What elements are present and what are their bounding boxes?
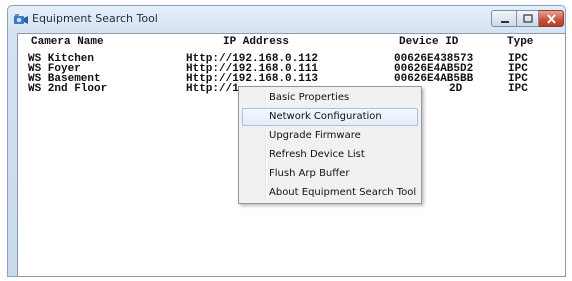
- camera-name-cell: WS 2nd Floor: [28, 83, 108, 95]
- minimize-icon: [501, 21, 509, 23]
- menu-item-about[interactable]: About Equipment Search Tool: [242, 184, 418, 202]
- title-bar[interactable]: Equipment Search Tool: [8, 6, 565, 32]
- menu-item-upgrade-firmware[interactable]: Upgrade Firmware: [242, 127, 418, 145]
- menu-item-basic-properties[interactable]: Basic Properties: [242, 89, 418, 107]
- maximize-button[interactable]: [517, 10, 539, 27]
- menu-item-network-configuration[interactable]: Network Configuration: [242, 108, 418, 126]
- column-header-type[interactable]: Type: [507, 36, 533, 48]
- ip-address-cell: Http://1: [186, 83, 239, 95]
- menu-item-flush-arp-buffer[interactable]: Flush Arp Buffer: [242, 165, 418, 183]
- column-header-ip-address[interactable]: IP Address: [223, 36, 289, 48]
- close-icon: [547, 14, 556, 24]
- maximize-icon: [523, 14, 533, 23]
- close-button[interactable]: [539, 10, 564, 27]
- camera-icon: [14, 12, 28, 24]
- window-title: Equipment Search Tool: [32, 12, 158, 25]
- minimize-button[interactable]: [491, 10, 517, 27]
- device-id-cell: 2D: [449, 83, 463, 95]
- column-header-device-id[interactable]: Device ID: [399, 36, 458, 48]
- context-menu: Basic Properties Network Configuration U…: [238, 86, 422, 204]
- menu-item-refresh-device-list[interactable]: Refresh Device List: [242, 146, 418, 164]
- column-header-camera-name[interactable]: Camera Name: [31, 36, 104, 48]
- type-cell: IPC: [508, 83, 528, 95]
